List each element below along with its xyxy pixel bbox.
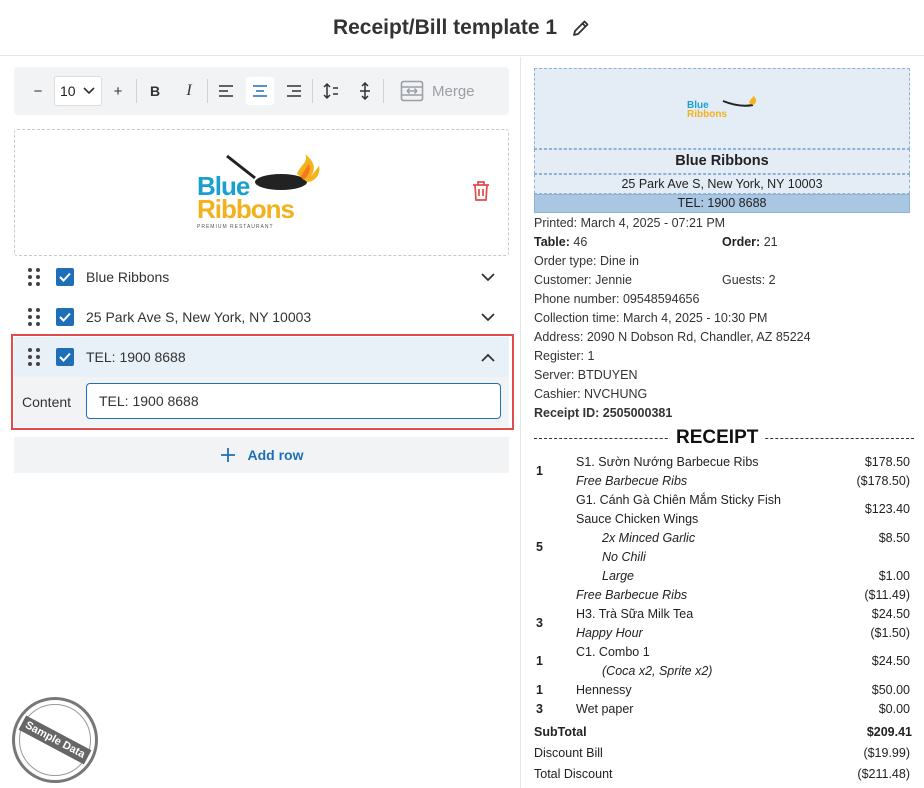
align-right-icon xyxy=(287,85,301,97)
row-label: 25 Park Ave S, New York, NY 10003 xyxy=(86,309,312,325)
receipt-tel: TEL: 1900 8688 xyxy=(534,194,910,213)
font-size-value: 10 xyxy=(60,83,76,99)
receipt-logo: Blue Ribbons xyxy=(534,68,910,149)
merge-label: Merge xyxy=(432,82,475,100)
increase-font-button[interactable]: + xyxy=(104,77,132,105)
delete-logo-button[interactable] xyxy=(471,180,491,207)
plus-icon xyxy=(220,448,235,462)
trash-icon xyxy=(473,181,489,201)
logo-section[interactable]: Blue Ribbons PREMIUM RESTAURANT xyxy=(14,129,509,256)
receipt-address: 25 Park Ave S, New York, NY 10003 xyxy=(534,174,910,194)
line-height-button[interactable] xyxy=(317,77,345,105)
selection-highlight xyxy=(11,334,514,430)
editor-panel: − 10 + B I Merge Blue Ribbons PREMIUM RE… xyxy=(0,57,521,788)
drag-handle-icon[interactable] xyxy=(28,268,40,286)
logo-line2: Ribbons xyxy=(197,194,295,224)
brand-logo: Blue Ribbons PREMIUM RESTAURANT xyxy=(197,152,337,232)
total-discount-line: Total Discount ($211.48) xyxy=(534,766,910,781)
check-icon xyxy=(59,312,71,322)
address-line: Address: 2090 N Dobson Rd, Chandler, AZ … xyxy=(534,330,811,344)
row-item: 25 Park Ave S, New York, NY 10003 xyxy=(14,297,509,337)
stamp-text: Sample Data xyxy=(18,715,92,765)
phone-line: Phone number: 09548594656 xyxy=(534,292,700,306)
receipt-preview: Blue Ribbons Blue Ribbons 25 Park Ave S,… xyxy=(522,57,924,788)
order-type-line: Order type: Dine in xyxy=(534,254,639,268)
page-title: Receipt/Bill template 1 xyxy=(332,15,558,39)
font-size-select[interactable]: 10 xyxy=(54,76,102,106)
collection-line: Collection time: March 4, 2025 - 10:30 P… xyxy=(534,311,768,325)
pencil-icon[interactable] xyxy=(571,18,591,38)
add-row-button[interactable]: Add row xyxy=(14,437,509,473)
receipt-id-line: Receipt ID: 2505000381 xyxy=(534,406,673,420)
row-checkbox[interactable] xyxy=(56,268,74,286)
row-label: Blue Ribbons xyxy=(86,269,170,285)
drag-handle-icon[interactable] xyxy=(28,308,40,326)
bold-button[interactable]: B xyxy=(141,77,169,105)
printed-line: Printed: March 4, 2025 - 07:21 PM xyxy=(534,216,726,230)
toolbar-divider xyxy=(136,79,137,103)
register-line: Register: 1 xyxy=(534,349,595,363)
align-center-icon xyxy=(253,85,267,97)
toolbar-divider xyxy=(312,79,313,103)
add-row-label: Add row xyxy=(247,447,304,463)
receipt-store-name: Blue Ribbons xyxy=(534,149,910,174)
toolbar-divider xyxy=(207,79,208,103)
top-bar: Receipt/Bill template 1 xyxy=(0,0,924,56)
receipt-logo-image: Blue Ribbons xyxy=(683,95,763,125)
cashier-line: Cashier: NVCHUNG xyxy=(534,387,648,401)
format-toolbar: − 10 + B I Merge xyxy=(14,67,509,115)
guests-line: Guests: 2 xyxy=(722,273,776,287)
chevron-down-icon xyxy=(83,87,95,95)
align-right-button[interactable] xyxy=(280,77,308,105)
sample-data-stamp: Sample Data xyxy=(12,697,98,783)
toolbar-divider xyxy=(383,79,384,103)
vertical-spacing-icon xyxy=(360,82,370,100)
chevron-down-icon[interactable] xyxy=(481,312,495,322)
chevron-down-icon[interactable] xyxy=(481,272,495,282)
logo-tagline: PREMIUM RESTAURANT xyxy=(197,224,274,230)
row-item: Blue Ribbons xyxy=(14,257,509,297)
server-line: Server: BTDUYEN xyxy=(534,368,638,382)
order-line: Order: 21 xyxy=(722,235,778,249)
receipt-section-title: RECEIPT xyxy=(670,427,765,449)
merge-button[interactable]: Merge xyxy=(400,80,475,102)
merge-icon xyxy=(400,80,424,102)
subtotal-line: SubTotal $209.41 xyxy=(534,724,912,739)
align-center-button[interactable] xyxy=(246,77,274,105)
decrease-font-button[interactable]: − xyxy=(24,77,52,105)
row-checkbox[interactable] xyxy=(56,308,74,326)
align-left-button[interactable] xyxy=(212,77,240,105)
italic-button[interactable]: I xyxy=(175,77,203,105)
check-icon xyxy=(59,272,71,282)
align-left-icon xyxy=(219,85,233,97)
row-spacing-button[interactable] xyxy=(351,77,379,105)
discount-bill-line: Discount Bill ($19.99) xyxy=(534,745,910,760)
line-height-icon xyxy=(323,82,338,100)
